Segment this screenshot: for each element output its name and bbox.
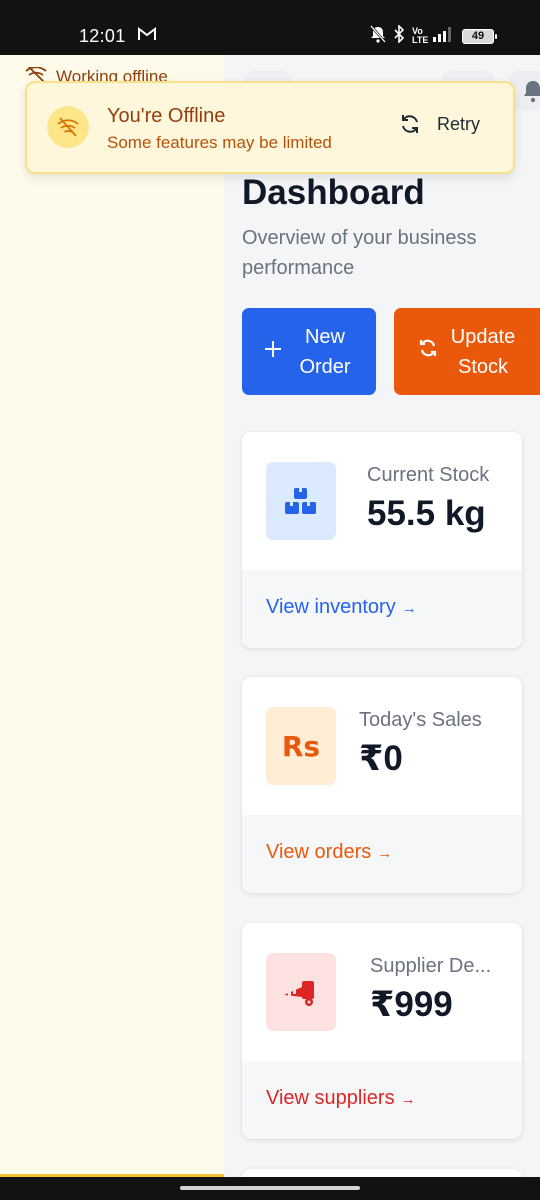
status-bar: 12:01 Vo LTE 49 bbox=[0, 0, 540, 55]
navigation-bar bbox=[0, 1177, 540, 1200]
card-value: ₹0 bbox=[359, 739, 403, 778]
sidebar-offline-label: Working offline bbox=[56, 67, 168, 81]
bluetooth-icon bbox=[393, 23, 405, 48]
page-title: Dashboard bbox=[242, 173, 425, 212]
truck-icon bbox=[284, 981, 314, 1006]
view-orders-link[interactable]: View orders → bbox=[242, 815, 522, 893]
arrow-right-icon: → bbox=[400, 1091, 416, 1108]
supplier-card[interactable]: Supplier De... ₹999 View suppliers → bbox=[242, 923, 522, 1139]
new-order-button[interactable]: New Order bbox=[242, 308, 376, 395]
card-value: 55.5 kg bbox=[367, 494, 486, 533]
sales-card[interactable]: Rs Today's Sales ₹0 View orders → bbox=[242, 677, 522, 893]
refresh-icon bbox=[402, 115, 418, 133]
mute-bell-icon bbox=[370, 24, 386, 48]
link-label: View orders bbox=[266, 841, 372, 863]
card-label: Today's Sales bbox=[359, 709, 482, 731]
sidebar-offline-indicator: Working offline bbox=[24, 67, 168, 81]
supplier-icon-box bbox=[266, 953, 336, 1031]
view-suppliers-link[interactable]: View suppliers → bbox=[242, 1061, 522, 1139]
card-label: Current Stock bbox=[367, 464, 490, 486]
wifi-off-icon bbox=[25, 67, 47, 81]
volte-icon: Vo LTE bbox=[412, 26, 429, 45]
offline-toast: You're Offline Some features may be limi… bbox=[25, 81, 515, 174]
link-label: View inventory bbox=[266, 596, 396, 618]
partial-card[interactable] bbox=[242, 1169, 522, 1177]
refresh-icon bbox=[418, 337, 438, 367]
retry-button[interactable]: Retry bbox=[399, 113, 480, 135]
plus-icon bbox=[264, 337, 282, 367]
toast-subtitle: Some features may be limited bbox=[107, 133, 332, 152]
status-icons: Vo LTE 49 bbox=[370, 23, 497, 48]
card-label: Supplier De... bbox=[370, 955, 492, 977]
sales-icon-box: Rs bbox=[266, 707, 336, 785]
sidebar: Working offline bbox=[0, 55, 224, 1177]
card-value: ₹999 bbox=[370, 985, 453, 1024]
link-label: View suppliers bbox=[266, 1087, 395, 1109]
bell-icon bbox=[524, 81, 540, 103]
new-order-label: New Order bbox=[299, 325, 351, 378]
view-inventory-link[interactable]: View inventory → bbox=[242, 570, 522, 648]
stock-card[interactable]: Current Stock 55.5 kg View inventory → bbox=[242, 432, 522, 648]
boxes-icon bbox=[285, 488, 316, 514]
page-subtitle: Overview of your business performance bbox=[242, 227, 477, 279]
toast-title: You're Offline bbox=[107, 105, 226, 127]
update-stock-label: Update Stock bbox=[450, 325, 516, 378]
gmail-icon bbox=[138, 27, 156, 46]
arrow-right-icon: → bbox=[401, 600, 417, 617]
arrow-right-icon: → bbox=[377, 845, 393, 862]
wifi-off-icon bbox=[47, 106, 89, 148]
stock-icon-box bbox=[266, 462, 336, 540]
update-stock-button[interactable]: Update Stock bbox=[394, 308, 540, 395]
rupee-icon: Rs bbox=[281, 729, 321, 763]
home-gesture-handle[interactable] bbox=[180, 1186, 360, 1190]
battery-icon: 49 bbox=[462, 28, 497, 44]
retry-label: Retry bbox=[437, 113, 481, 134]
signal-icon bbox=[433, 26, 455, 47]
main-content: Dashboard Overview of your business perf… bbox=[224, 55, 540, 1177]
status-time: 12:01 bbox=[79, 26, 126, 46]
